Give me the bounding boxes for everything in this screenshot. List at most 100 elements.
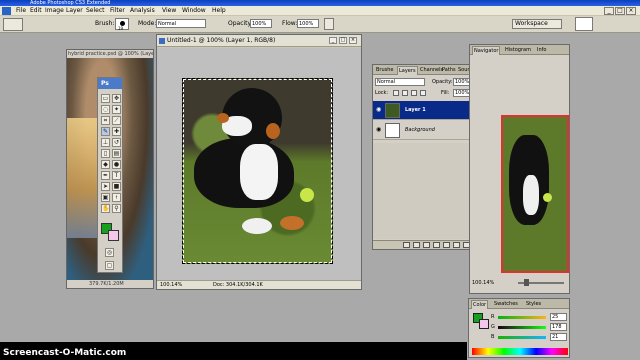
menu-image[interactable]: Image [45,6,64,16]
new-layer-icon[interactable] [453,242,460,248]
tools-panel: Ps ▭ ✥ ◌ ✦ ⌗ ⟋ ✎ ✚ ⊥ ↺ ▯ ▤ ◆ ● ✒ T ➤ ■ ▣… [97,77,123,273]
red-value-field[interactable]: 25 [550,313,567,321]
tab-info[interactable]: Info [536,46,547,55]
color-spectrum-bar[interactable] [472,348,568,355]
color-panel-tabs: Color Swatches Styles [469,299,569,309]
layer-style-icon[interactable] [413,242,420,248]
blend-mode-select[interactable]: Normal [375,78,425,86]
blue-channel: B 21 [491,333,569,342]
red-channel-label: R [491,314,495,320]
visibility-eye-icon[interactable]: ◉ [376,107,382,113]
menu-file[interactable]: File [16,6,26,16]
hand-tool-icon[interactable]: ✋ [101,204,110,213]
tab-paths[interactable]: Paths [441,66,457,75]
lock-pixels-icon[interactable] [402,90,408,96]
tab-layers[interactable]: Layers [397,66,418,75]
menu-bar: File Edit Image Layer Select Filter Anal… [0,6,640,16]
navigator-zoom-value[interactable]: 100.14% [472,280,494,286]
marquee-tool-icon[interactable]: ▭ [101,94,110,103]
history-brush-icon[interactable]: ↺ [112,138,121,147]
brush-size: 19 [118,26,124,31]
tab-styles[interactable]: Styles [525,300,542,309]
menu-analysis[interactable]: Analysis [130,6,155,16]
tool-preset-picker[interactable] [3,18,23,31]
maximize-button[interactable]: □ [615,7,625,15]
tab-navigator[interactable]: Navigator [472,46,501,55]
path-select-tool-icon[interactable]: ➤ [101,182,110,191]
lock-position-icon[interactable] [411,90,417,96]
close-button[interactable]: × [626,7,636,15]
lock-all-icon[interactable] [420,90,426,96]
flow-label: Flow: [282,20,298,27]
lasso-tool-icon[interactable]: ◌ [101,105,110,114]
opacity-label: Opacity: [228,20,253,27]
dodge-tool-icon[interactable]: ● [112,160,121,169]
tab-histogram[interactable]: Histogram [504,46,532,55]
quick-mask-icon[interactable]: ◎ [105,248,114,257]
menu-window[interactable]: Window [182,6,206,16]
visibility-eye-icon[interactable]: ◉ [376,127,382,133]
magic-wand-tool-icon[interactable]: ✦ [112,105,121,114]
adjustment-layer-icon[interactable] [433,242,440,248]
crop-tool-icon[interactable]: ⌗ [101,116,110,125]
gradient-tool-icon[interactable]: ▤ [112,149,121,158]
doc-close-button[interactable]: × [349,37,357,44]
menu-layer[interactable]: Layer [66,6,83,16]
document-title-bar: Untitled-1 @ 100% (Layer 1, RGB/8) _ □ × [157,35,361,47]
tab-color[interactable]: Color [471,300,489,309]
layer-mask-icon[interactable] [423,242,430,248]
doc-maximize-button[interactable]: □ [339,37,347,44]
green-value-field[interactable]: 178 [550,323,567,331]
link-layers-icon[interactable] [403,242,410,248]
navigator-view-box[interactable] [501,115,569,273]
healing-tool-icon[interactable]: ✚ [112,127,121,136]
blur-tool-icon[interactable]: ◆ [101,160,110,169]
blue-slider[interactable] [498,336,546,339]
navigator-panel-tabs: Navigator Histogram Info [470,45,569,55]
image-canvas[interactable] [182,78,333,264]
stamp-tool-icon[interactable]: ⊥ [101,138,110,147]
new-group-icon[interactable] [443,242,450,248]
opacity-field[interactable]: 100% [250,19,272,28]
navigator-panel: Navigator Histogram Info 100.14% [469,44,570,294]
zoom-level[interactable]: 100.14% [160,281,182,290]
shape-tool-icon[interactable]: ■ [112,182,121,191]
untitled-document-window[interactable]: Untitled-1 @ 100% (Layer 1, RGB/8) _ □ ×… [156,34,362,290]
menu-help[interactable]: Help [212,6,226,16]
background-color-swatch[interactable] [108,230,119,241]
menu-select[interactable]: Select [86,6,105,16]
red-slider[interactable] [498,316,546,319]
menu-filter[interactable]: Filter [110,6,125,16]
navigator-preview[interactable] [501,115,569,273]
green-slider[interactable] [498,326,546,329]
screen-mode-icon[interactable]: ▢ [105,261,114,270]
pen-tool-icon[interactable]: ✒ [101,171,110,180]
lock-transparency-icon[interactable] [393,90,399,96]
eraser-tool-icon[interactable]: ▯ [101,149,110,158]
zoom-slider-knob[interactable] [524,279,529,286]
workspace-menu[interactable]: Workspace [512,19,562,29]
doc-minimize-button[interactable]: _ [329,37,337,44]
blue-value-field[interactable]: 21 [550,333,567,341]
slice-tool-icon[interactable]: ⟋ [112,116,121,125]
brush-tool-icon[interactable]: ✎ [101,127,110,136]
airbrush-toggle[interactable] [324,18,334,30]
mode-select[interactable]: Normal [156,19,206,28]
mode-label: Mode: [138,20,157,27]
menu-view[interactable]: View [162,6,176,16]
color-panel-background-swatch[interactable] [479,319,489,329]
zoom-tool-icon[interactable]: ⚲ [112,204,121,213]
flow-field[interactable]: 100% [297,19,319,28]
eyedropper-tool-icon[interactable]: ⟊ [112,193,121,202]
menu-edit[interactable]: Edit [30,6,42,16]
canvas-pasteboard[interactable] [157,48,361,281]
tab-swatches[interactable]: Swatches [493,300,519,309]
document-size[interactable]: Doc: 304.1K/304.1K [213,281,263,290]
minimize-button[interactable]: _ [604,7,614,15]
move-tool-icon[interactable]: ✥ [112,94,121,103]
tab-brushes[interactable]: Brushe [375,66,395,75]
bridge-button[interactable] [575,17,593,31]
type-tool-icon[interactable]: T [112,171,121,180]
layer-thumbnail [385,103,400,118]
notes-tool-icon[interactable]: ▣ [101,193,110,202]
